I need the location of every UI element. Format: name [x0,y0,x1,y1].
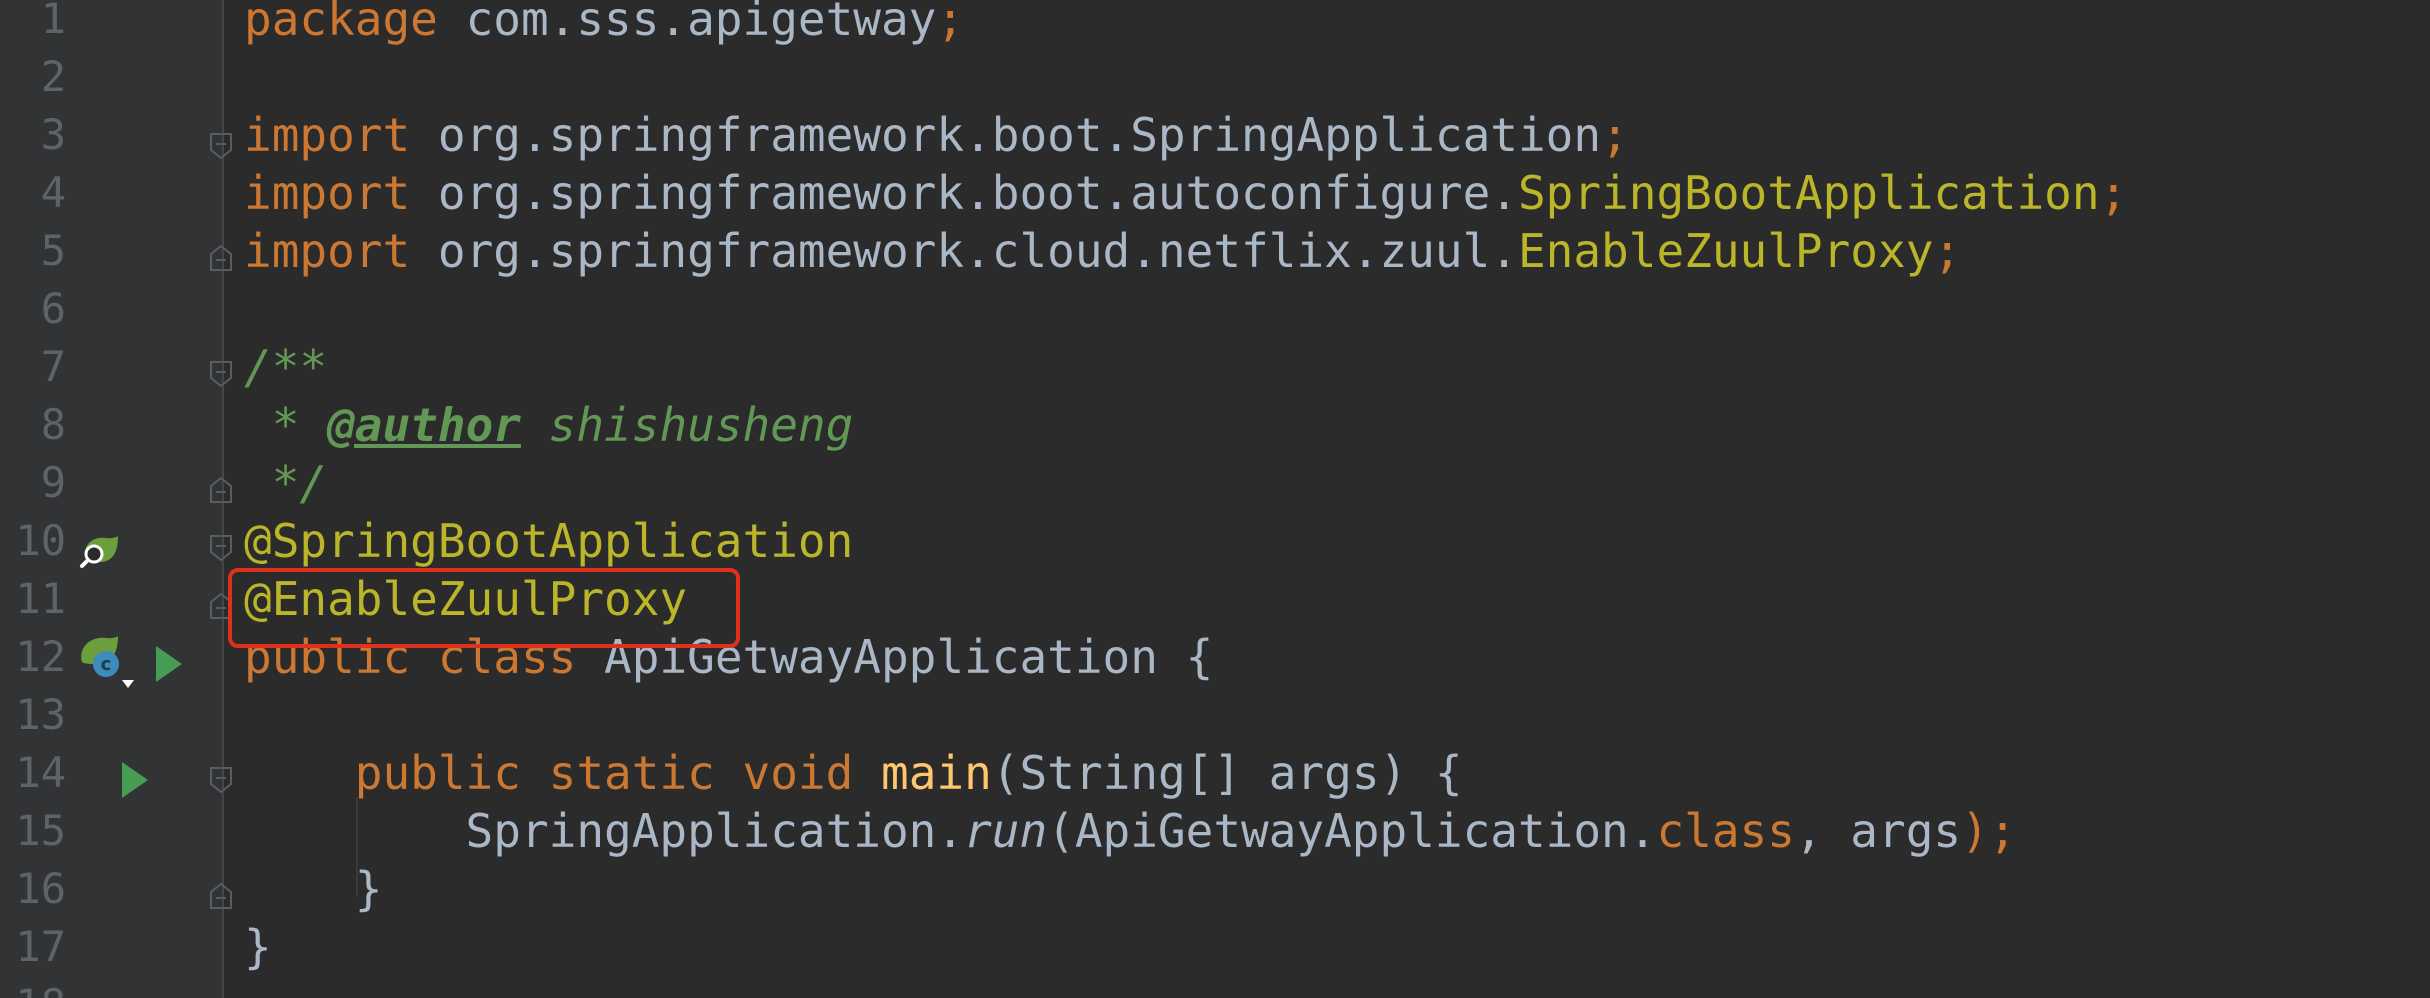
code-line-5[interactable]: 5 import org.springframework.cloud.netfl… [0,222,2430,280]
code-line-7[interactable]: 7 /** [0,338,2430,396]
line-number: 8 [40,400,66,449]
line-number: 1 [40,0,66,43]
line-number: 2 [40,52,66,101]
spring-class-icon[interactable]: c [78,636,142,692]
code-line-18[interactable]: 18 [0,976,2430,998]
line-number: 3 [40,110,66,159]
class-close-brace: } [244,920,272,974]
line-number: 11 [15,574,66,623]
keyword-void: void [742,746,882,800]
line-number: 12 [15,632,66,681]
line-number: 13 [15,690,66,739]
fold-close-icon[interactable] [209,882,233,910]
line-content[interactable]: } [244,918,272,976]
code-line-2[interactable]: 2 [0,48,2430,106]
semicolon: ; [1601,108,1629,162]
run-argument-class: (ApiGetwayApplication. [1047,804,1657,858]
import-path: org.springframework.boot.SpringApplicati… [437,108,1602,162]
statement-end: ); [1961,804,2017,858]
semicolon: ; [2099,166,2128,220]
method-close-brace: } [244,862,383,916]
line-content[interactable]: @SpringBootApplication [244,512,853,570]
keyword-import: import [244,108,438,162]
code-line-10[interactable]: 10 @SpringBootApplication [0,512,2430,570]
line-content[interactable]: */ [244,454,327,512]
code-line-8[interactable]: 8 * @author shishusheng [0,396,2430,454]
import-class: EnableZuulProxy [1517,224,1934,278]
keyword-class-literal: class [1656,804,1795,858]
code-line-3[interactable]: 3 import org.springframework.boot.Spring… [0,106,2430,164]
highlight-annotation-box [228,568,740,648]
line-number: 18 [0,976,66,998]
line-number: 5 [40,226,66,275]
spring-application-ref: SpringApplication. [244,804,965,858]
line-number: 16 [15,864,66,913]
run-argument-args: , args [1794,804,1962,858]
fold-open-icon[interactable] [209,766,233,794]
keyword-package: package [244,0,466,46]
line-content[interactable]: import org.springframework.boot.SpringAp… [244,106,1629,164]
fold-close-icon[interactable] [209,476,233,504]
doc-comment-open: /** [244,340,328,394]
keyword-import: import [244,166,438,220]
fold-open-icon[interactable] [209,132,233,160]
line-content[interactable]: * @author shishusheng [244,396,854,454]
code-line-17[interactable]: 17 } [0,918,2430,976]
line-content[interactable]: } [244,860,383,918]
static-method-run: run [964,804,1048,858]
import-class: SpringBootApplication [1517,166,2100,220]
line-content[interactable]: public static void main(String[] args) { [244,744,1463,802]
code-line-9[interactable]: 9 */ [0,454,2430,512]
keyword-public: public [354,746,549,800]
package-name: com.sss.apigetway [465,0,937,46]
javadoc-author-name: shishusheng [520,398,854,452]
fold-open-icon[interactable] [209,360,233,388]
line-number: 9 [40,458,66,507]
keyword-import: import [244,224,438,278]
semicolon: ; [936,0,965,46]
line-number: 14 [15,748,66,797]
indent-guide [356,797,358,897]
code-line-16[interactable]: 16 } [0,860,2430,918]
code-line-6[interactable]: 6 [0,280,2430,338]
fold-close-icon[interactable] [209,244,233,272]
line-number: 4 [40,168,66,217]
code-line-4[interactable]: 4 import org.springframework.boot.autoco… [0,164,2430,222]
keyword-static: static [548,746,743,800]
line-number: 6 [40,284,66,333]
code-line-14[interactable]: 14 public static void main(String[] args… [0,744,2430,802]
fold-open-icon[interactable] [209,534,233,562]
code-line-15[interactable]: 15 SpringApplication.run(ApiGetwayApplic… [0,802,2430,860]
method-params: (String[] args) { [991,746,1463,800]
run-icon[interactable] [118,760,152,800]
spring-bean-search-icon[interactable] [78,532,122,572]
code-editor[interactable]: 1 package com.sss.apigetway; 2 3 import … [0,0,2430,998]
doc-comment-star: * [244,398,328,452]
line-number: 10 [15,516,66,565]
annotation-spring-boot-application: @SpringBootApplication [244,514,854,568]
method-name-main: main [881,746,992,800]
code-line-1[interactable]: 1 package com.sss.apigetway; [0,0,2430,48]
line-number: 15 [15,806,66,855]
run-icon[interactable] [152,644,186,684]
line-content[interactable]: /** [244,338,327,396]
line-number: 7 [40,342,66,391]
import-path: org.springframework.boot.autoconfigure. [437,166,1518,220]
line-content[interactable]: import org.springframework.cloud.netflix… [244,222,1961,280]
line-content[interactable]: SpringApplication.run(ApiGetwayApplicati… [244,802,2017,860]
line-content[interactable]: import org.springframework.boot.autoconf… [244,164,2127,222]
javadoc-author-tag: @author [327,398,521,452]
svg-text:c: c [101,654,112,675]
line-content[interactable]: package com.sss.apigetway; [244,0,964,48]
line-number: 17 [15,922,66,971]
code-line-13[interactable]: 13 [0,686,2430,744]
import-path: org.springframework.cloud.netflix.zuul. [437,224,1518,278]
semicolon: ; [1933,224,1962,278]
doc-comment-close: */ [244,456,328,510]
